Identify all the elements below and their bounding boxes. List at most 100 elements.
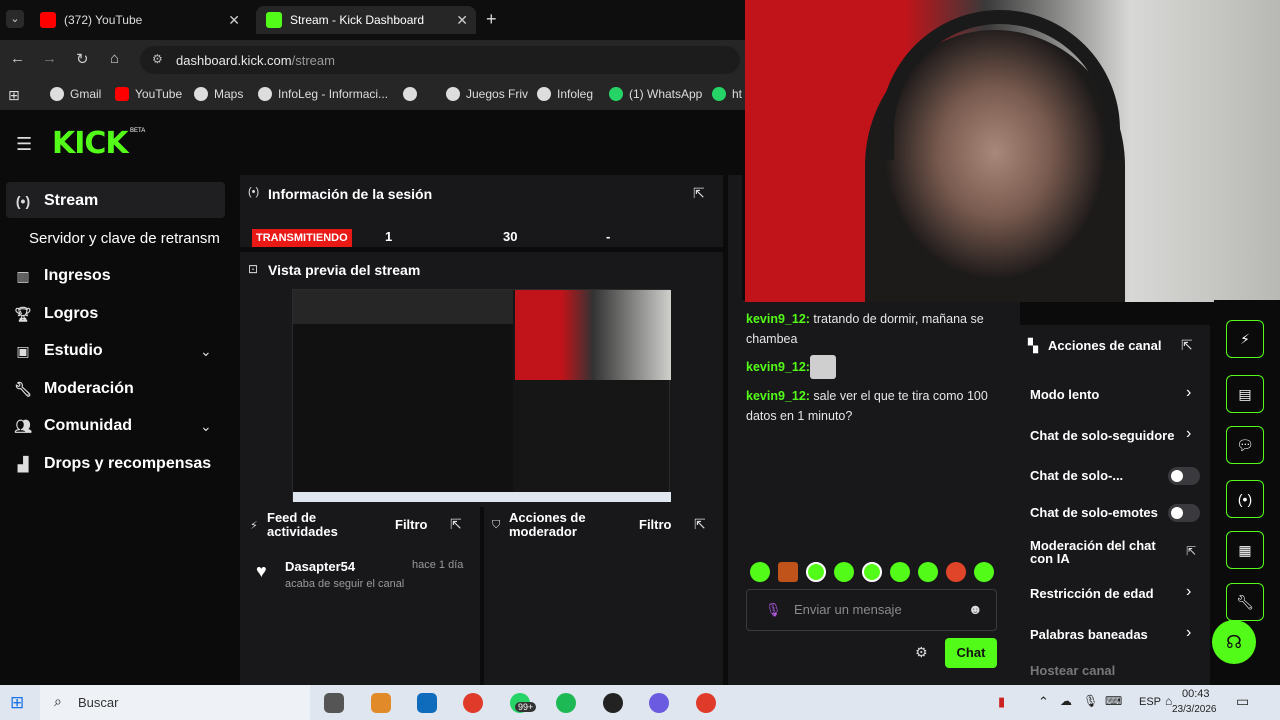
- emote[interactable]: [778, 562, 798, 582]
- popout-icon[interactable]: ⇱: [694, 516, 706, 533]
- reload-icon[interactable]: ↻: [76, 50, 89, 68]
- popout-icon[interactable]: ⇱: [693, 185, 705, 202]
- action-followers-only[interactable]: Chat de solo-seguidore: [1030, 428, 1174, 443]
- sidebar-label: Drops y recompensas: [44, 455, 212, 472]
- copilot-icon[interactable]: [371, 693, 391, 713]
- new-tab-icon[interactable]: +: [486, 9, 497, 30]
- broadcast-button[interactable]: (•): [1226, 480, 1264, 518]
- tray-app-icon[interactable]: ▮: [998, 694, 1005, 710]
- chevron-down-icon[interactable]: ⌄: [200, 343, 212, 360]
- chat-button[interactable]: 💬︎: [1226, 426, 1264, 464]
- chrome-icon[interactable]: [463, 693, 483, 713]
- forward-icon[interactable]: →: [42, 50, 57, 67]
- kick-logo[interactable]: KICK: [52, 126, 129, 161]
- chat-username[interactable]: kevin9_12:: [746, 360, 810, 374]
- sidebar-item-moderacion[interactable]: 🔧︎ Moderación: [14, 380, 134, 398]
- url-input[interactable]: ⚙ dashboard.kick.com/stream: [140, 46, 740, 74]
- notes-button[interactable]: ▤: [1226, 375, 1264, 413]
- send-chat-button[interactable]: Chat: [945, 638, 997, 668]
- chevron-right-icon[interactable]: ›: [1186, 425, 1191, 443]
- stream-preview-video[interactable]: [292, 289, 671, 502]
- sidebar-item-stream[interactable]: (•) Stream: [14, 192, 98, 210]
- taskbar-search[interactable]: ⌕ Buscar: [40, 685, 310, 720]
- chrome-icon[interactable]: [696, 693, 716, 713]
- action-slow-mode[interactable]: Modo lento: [1030, 387, 1099, 402]
- support-headset-button[interactable]: ☊: [1212, 620, 1256, 664]
- clock-time[interactable]: 00:43: [1182, 688, 1210, 700]
- tools-button[interactable]: 🔧︎: [1226, 583, 1264, 621]
- bookmark-infoleg[interactable]: InfoLeg - Informaci...: [258, 87, 388, 101]
- feed-filter-button[interactable]: Filtro: [395, 517, 428, 532]
- mic-icon[interactable]: 🎙︎: [1083, 694, 1098, 708]
- language-label[interactable]: ESP: [1139, 696, 1161, 708]
- chevron-right-icon[interactable]: ›: [1186, 384, 1191, 402]
- chat-input[interactable]: 🎙︎ Enviar un mensaje ☻: [746, 589, 997, 631]
- modactions-filter-button[interactable]: Filtro: [639, 517, 672, 532]
- emote[interactable]: [806, 562, 826, 582]
- emote[interactable]: [890, 562, 910, 582]
- chevron-right-icon[interactable]: ›: [1186, 624, 1191, 642]
- bookmark-more[interactable]: ht: [712, 87, 742, 101]
- layout-button[interactable]: ▦: [1226, 531, 1264, 569]
- apps-icon[interactable]: ⊞: [8, 87, 20, 104]
- subs-only-toggle[interactable]: [1168, 467, 1200, 485]
- notifications-icon[interactable]: ▭: [1236, 693, 1249, 710]
- emote[interactable]: [918, 562, 938, 582]
- bookmark-juegos-friv[interactable]: Juegos Friv: [446, 87, 528, 101]
- outlook-icon[interactable]: [417, 693, 437, 713]
- back-icon[interactable]: ←: [10, 50, 25, 67]
- bolt-button[interactable]: ⚡︎: [1226, 320, 1264, 358]
- emote[interactable]: [974, 562, 994, 582]
- chevron-down-icon[interactable]: ⌄: [200, 418, 212, 435]
- chat-username[interactable]: kevin9_12:: [746, 389, 810, 403]
- settings-gear-icon[interactable]: ⚙: [915, 644, 928, 661]
- close-icon[interactable]: ✕: [228, 12, 240, 29]
- cloud-icon[interactable]: ☁: [1060, 694, 1072, 708]
- bookmark-globe[interactable]: [403, 87, 423, 101]
- microphone-icon[interactable]: 🎙︎: [765, 602, 782, 618]
- keyboard-icon[interactable]: ⌨: [1105, 694, 1122, 708]
- chevron-right-icon[interactable]: ›: [1186, 583, 1191, 601]
- tab-list-icon[interactable]: ⌄: [6, 10, 24, 28]
- action-age-restriction[interactable]: Restricción de edad: [1030, 586, 1154, 601]
- emoji-icon[interactable]: ☻: [968, 601, 983, 617]
- bookmark-infoleg-2[interactable]: Infoleg: [537, 87, 593, 101]
- emotes-only-toggle[interactable]: [1168, 504, 1200, 522]
- popout-icon[interactable]: ⇱: [1186, 544, 1196, 558]
- app-icon[interactable]: [649, 693, 669, 713]
- spotify-icon[interactable]: [556, 693, 576, 713]
- emote-bar: [750, 562, 1000, 582]
- site-info-icon[interactable]: ⚙: [152, 52, 163, 66]
- chat-username[interactable]: kevin9_12:: [746, 312, 810, 326]
- sidebar-item-server-key[interactable]: Servidor y clave de retransm: [29, 230, 220, 247]
- sidebar-item-logros[interactable]: 🏆︎ Logros: [14, 305, 98, 323]
- feed-user[interactable]: Dasapter54: [285, 559, 355, 574]
- sidebar-item-ingresos[interactable]: ▥ Ingresos: [14, 267, 110, 285]
- popout-icon[interactable]: ⇱: [1181, 337, 1193, 354]
- home-icon[interactable]: ⌂: [110, 50, 119, 67]
- sidebar-item-comunidad[interactable]: 👥︎ Comunidad: [14, 417, 132, 435]
- emote[interactable]: [834, 562, 854, 582]
- sidebar-item-drops[interactable]: ▟ Drops y recompensas: [14, 455, 212, 473]
- action-host-channel[interactable]: Hostear canal: [1030, 663, 1115, 678]
- close-icon[interactable]: ✕: [456, 12, 468, 29]
- windows-start-icon[interactable]: ⊞: [10, 693, 24, 713]
- bookmark-maps[interactable]: Maps: [194, 87, 243, 101]
- bookmark-youtube[interactable]: YouTube: [115, 87, 182, 101]
- popout-icon[interactable]: ⇱: [450, 516, 462, 533]
- action-ai-moderation[interactable]: Moderación del chat con IA: [1030, 539, 1170, 565]
- sidebar-item-estudio[interactable]: ▣ Estudio: [14, 342, 102, 360]
- task-view-icon[interactable]: [324, 693, 344, 713]
- obs-icon[interactable]: [603, 693, 623, 713]
- bookmark-gmail[interactable]: Gmail: [50, 87, 101, 101]
- menu-icon[interactable]: ☰: [16, 134, 32, 155]
- clock-date[interactable]: 23/3/2026: [1172, 704, 1217, 715]
- chevron-up-icon[interactable]: ⌃: [1038, 694, 1049, 710]
- tab-youtube[interactable]: (372) YouTube ✕: [30, 6, 248, 34]
- emote[interactable]: [946, 562, 966, 582]
- emote[interactable]: [750, 562, 770, 582]
- emote[interactable]: [862, 562, 882, 582]
- bookmark-whatsapp[interactable]: (1) WhatsApp: [609, 87, 702, 101]
- action-banned-words[interactable]: Palabras baneadas: [1030, 627, 1148, 642]
- tab-kick-dashboard[interactable]: Stream - Kick Dashboard ✕: [256, 6, 476, 34]
